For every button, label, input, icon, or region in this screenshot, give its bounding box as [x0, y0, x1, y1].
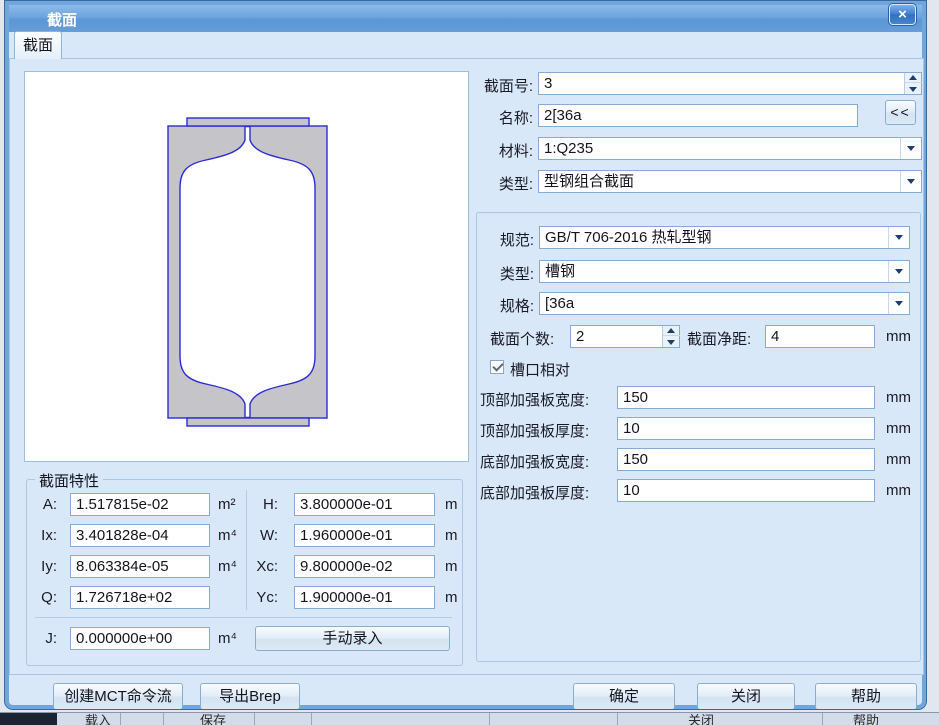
- spinner-down-icon[interactable]: [905, 84, 922, 94]
- bottom-plate-thickness-field[interactable]: 10: [617, 479, 875, 502]
- prop-A-unit: m²: [218, 496, 236, 513]
- standard-label: 规范:: [477, 229, 534, 250]
- top-plate-thickness-field[interactable]: 10: [617, 417, 875, 440]
- prop-H-label: H:: [243, 496, 278, 513]
- help-button[interactable]: 帮助: [815, 683, 917, 710]
- steel-type-combo[interactable]: 槽钢: [539, 260, 910, 283]
- prop-J-field[interactable]: 0.000000e+00: [70, 627, 210, 650]
- tab-section[interactable]: 截面: [14, 31, 62, 59]
- count-spinner[interactable]: [662, 326, 679, 347]
- close-button[interactable]: ×: [889, 4, 916, 25]
- count-field[interactable]: 2: [570, 325, 680, 348]
- chevron-down-icon[interactable]: [900, 171, 921, 192]
- clear-distance-label: 截面净距:: [687, 328, 751, 349]
- prop-Ix-field[interactable]: 3.401828e-04: [70, 524, 210, 547]
- prop-Xc-field[interactable]: 9.800000e-02: [294, 555, 435, 578]
- standard-combo[interactable]: GB/T 706-2016 热轧型钢: [539, 226, 910, 249]
- prop-Ix-label: Ix:: [29, 527, 57, 544]
- bottom-plate-width-unit: mm: [886, 451, 911, 468]
- name-field[interactable]: 2[36a: [538, 104, 858, 127]
- section-dialog: 截面 × 截面 截面号: 3 名: [4, 0, 927, 710]
- material-label: 材料:: [433, 140, 533, 161]
- top-plate-thickness-unit: mm: [886, 420, 911, 437]
- manual-entry-button[interactable]: 手动录入: [255, 626, 450, 651]
- bottom-plate-thickness-label: 底部加强板厚度:: [480, 482, 589, 503]
- dialog-title: 截面: [47, 9, 77, 30]
- prop-W-label: W:: [243, 527, 278, 544]
- prop-Xc-label: Xc:: [243, 558, 278, 575]
- spec-combo[interactable]: [36a: [539, 292, 910, 315]
- background-partial-label: 载入: [85, 712, 111, 725]
- prop-Yc-unit: m: [445, 589, 458, 606]
- prop-Iy-label: Iy:: [29, 558, 57, 575]
- dialog-titlebar[interactable]: 截面: [9, 5, 922, 32]
- prop-A-label: A:: [29, 496, 57, 513]
- bottom-plate-shape: [187, 418, 309, 426]
- prop-Yc-label: Yc:: [243, 589, 278, 606]
- tab-section-label: 截面: [23, 37, 53, 54]
- section-preview-panel: [24, 71, 469, 462]
- section-properties-group: 截面特性 A: 1.517815e-02 m² Ix: 3.401828e-04…: [26, 479, 463, 666]
- section-no-field[interactable]: 3: [538, 72, 922, 95]
- spinner-up-icon[interactable]: [663, 326, 680, 336]
- background-partial-label: 帮助: [853, 712, 879, 725]
- clear-distance-field[interactable]: 4: [765, 325, 875, 348]
- background-dark-area: [0, 712, 57, 725]
- channel-cavity-shape: [180, 127, 315, 418]
- background-partial-label: 关闭: [688, 712, 714, 725]
- steel-type-label: 类型:: [477, 263, 534, 284]
- prop-W-unit: m: [445, 527, 458, 544]
- top-plate-shape: [187, 118, 309, 126]
- top-plate-thickness-label: 顶部加强板厚度:: [480, 420, 589, 441]
- top-plate-width-field[interactable]: 150: [617, 386, 875, 409]
- section-no-spinner[interactable]: [904, 73, 921, 94]
- section-no-label: 截面号:: [433, 75, 533, 96]
- prop-Yc-field[interactable]: 1.900000e-01: [294, 586, 435, 609]
- spec-label: 规格:: [477, 295, 534, 316]
- channels-facing-checkbox[interactable]: [490, 360, 504, 374]
- prop-Iy-unit: m⁴: [218, 558, 237, 575]
- section-type-label: 类型:: [433, 173, 533, 194]
- section-properties-title: 截面特性: [35, 470, 103, 491]
- prop-Q-field[interactable]: 1.726718e+02: [70, 586, 210, 609]
- chevron-down-icon[interactable]: [888, 227, 909, 248]
- material-combo[interactable]: 1:Q235: [538, 137, 922, 160]
- section-drawing: [25, 72, 470, 463]
- prop-Xc-unit: m: [445, 558, 458, 575]
- channels-facing-label: 槽口相对: [510, 359, 570, 380]
- prop-H-unit: m: [445, 496, 458, 513]
- export-brep-button[interactable]: 导出Brep: [200, 683, 300, 710]
- close-icon: ×: [898, 6, 907, 23]
- spinner-up-icon[interactable]: [905, 73, 922, 83]
- prop-J-unit: m⁴: [218, 630, 237, 647]
- spinner-down-icon[interactable]: [663, 337, 680, 347]
- section-type-combo[interactable]: 型钢组合截面: [538, 170, 922, 193]
- chevron-down-icon[interactable]: [888, 261, 909, 282]
- ok-button[interactable]: 确定: [573, 683, 675, 710]
- bottom-plate-width-label: 底部加强板宽度:: [480, 451, 589, 472]
- background-window-strip: 载入 保存 关闭 帮助: [0, 712, 939, 725]
- create-mct-button[interactable]: 创建MCT命令流: [53, 683, 183, 710]
- prop-J-label: J:: [29, 630, 57, 647]
- expand-button[interactable]: <<: [885, 100, 916, 125]
- bottom-plate-width-field[interactable]: 150: [617, 448, 875, 471]
- bottom-plate-thickness-unit: mm: [886, 482, 911, 499]
- close-dialog-button[interactable]: 关闭: [697, 683, 795, 710]
- chevron-down-icon[interactable]: [900, 138, 921, 159]
- chevron-down-icon[interactable]: [888, 293, 909, 314]
- clear-distance-unit: mm: [886, 328, 911, 345]
- background-partial-label: 保存: [200, 712, 226, 725]
- prop-H-field[interactable]: 3.800000e-01: [294, 493, 435, 516]
- prop-Q-label: Q:: [29, 589, 57, 606]
- top-plate-width-unit: mm: [886, 389, 911, 406]
- shape-parameters-group: 规范: GB/T 706-2016 热轧型钢 类型: 槽钢 规格: [36a 截…: [476, 212, 921, 662]
- prop-A-field[interactable]: 1.517815e-02: [70, 493, 210, 516]
- name-label: 名称:: [433, 107, 533, 128]
- top-plate-width-label: 顶部加强板宽度:: [480, 389, 589, 410]
- prop-W-field[interactable]: 1.960000e-01: [294, 524, 435, 547]
- prop-Ix-unit: m⁴: [218, 527, 237, 544]
- count-label: 截面个数:: [490, 328, 554, 349]
- tab-page: 截面号: 3 名称: 2[36a << 材料: 1:Q235 类型: 型钢组合截…: [9, 58, 924, 675]
- prop-Iy-field[interactable]: 8.063384e-05: [70, 555, 210, 578]
